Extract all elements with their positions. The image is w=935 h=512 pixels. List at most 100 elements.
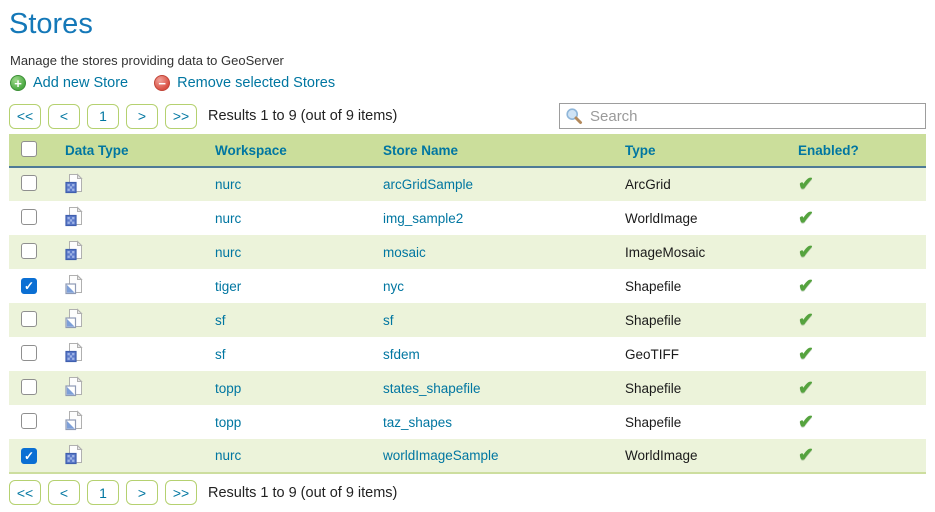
column-header-type[interactable]: Type (614, 134, 787, 167)
prev-page-button[interactable]: < (48, 480, 80, 505)
store-name-link[interactable]: mosaic (383, 245, 426, 260)
enabled-check-icon: ✔ (798, 412, 814, 433)
add-icon: + (10, 75, 26, 91)
raster-store-icon (65, 342, 84, 363)
remove-selected-stores-link[interactable]: − Remove selected Stores (154, 75, 335, 91)
bottom-pager: << < 1 > >> (9, 480, 197, 505)
workspace-link[interactable]: topp (215, 381, 241, 396)
page-subtitle: Manage the stores providing data to GeoS… (10, 53, 926, 68)
stores-table: Data Type Workspace Store Name Type Enab… (9, 134, 926, 474)
raster-store-icon (65, 206, 84, 227)
workspace-link[interactable]: sf (215, 347, 226, 362)
store-type: ImageMosaic (614, 235, 787, 269)
search-input[interactable] (559, 103, 926, 129)
row-checkbox[interactable] (21, 345, 37, 361)
row-checkbox[interactable] (21, 175, 37, 191)
store-type: WorldImage (614, 201, 787, 235)
table-row: topp states_shapefile Shapefile ✔ (9, 371, 926, 405)
row-checkbox[interactable]: ✓ (21, 448, 37, 464)
first-page-button[interactable]: << (9, 104, 41, 129)
stores-page: Stores Manage the stores providing data … (0, 0, 935, 505)
row-checkbox[interactable] (21, 209, 37, 225)
enabled-check-icon: ✔ (798, 276, 814, 297)
remove-icon: − (154, 75, 170, 91)
workspace-link[interactable]: topp (215, 415, 241, 430)
last-page-button[interactable]: >> (165, 480, 197, 505)
store-name-link[interactable]: taz_shapes (383, 415, 452, 430)
workspace-link[interactable]: nurc (215, 177, 241, 192)
top-pager-row: << < 1 > >> Results 1 to 9 (out of 9 ite… (9, 103, 926, 129)
vector-store-icon (65, 274, 84, 295)
table-row: ✓ tiger nyc Shapefile ✔ (9, 269, 926, 303)
raster-store-icon (65, 240, 84, 261)
store-type: Shapefile (614, 303, 787, 337)
enabled-check-icon: ✔ (798, 378, 814, 399)
table-row: sf sfdem GeoTIFF ✔ (9, 337, 926, 371)
enabled-check-icon: ✔ (798, 445, 814, 466)
store-name-link[interactable]: sfdem (383, 347, 420, 362)
stores-table-body: nurc arcGridSample ArcGrid ✔ nurc i (9, 167, 926, 473)
store-name-link[interactable]: arcGridSample (383, 177, 473, 192)
results-summary: Results 1 to 9 (out of 9 items) (208, 108, 397, 124)
table-row: nurc mosaic ImageMosaic ✔ (9, 235, 926, 269)
page-number-button[interactable]: 1 (87, 104, 119, 129)
remove-selected-stores-label: Remove selected Stores (177, 75, 335, 91)
search-icon (565, 107, 583, 125)
select-all-checkbox[interactable] (21, 141, 37, 157)
enabled-check-icon: ✔ (798, 310, 814, 331)
page-number-button[interactable]: 1 (87, 480, 119, 505)
store-name-link[interactable]: worldImageSample (383, 448, 499, 463)
add-new-store-label: Add new Store (33, 75, 128, 91)
first-page-button[interactable]: << (9, 480, 41, 505)
store-type: ArcGrid (614, 167, 787, 201)
workspace-link[interactable]: sf (215, 313, 226, 328)
search-box (559, 103, 926, 129)
results-summary: Results 1 to 9 (out of 9 items) (208, 485, 397, 501)
next-page-button[interactable]: > (126, 104, 158, 129)
store-type: Shapefile (614, 405, 787, 439)
store-type: Shapefile (614, 371, 787, 405)
table-row: nurc img_sample2 WorldImage ✔ (9, 201, 926, 235)
store-type: Shapefile (614, 269, 787, 303)
table-row: ✓ nurc worldImageSample WorldImage ✔ (9, 439, 926, 473)
enabled-check-icon: ✔ (798, 242, 814, 263)
page-title: Stores (9, 8, 926, 41)
store-name-link[interactable]: sf (383, 313, 394, 328)
workspace-link[interactable]: nurc (215, 448, 241, 463)
column-header-workspace[interactable]: Workspace (204, 134, 372, 167)
vector-store-icon (65, 410, 84, 431)
table-row: sf sf Shapefile ✔ (9, 303, 926, 337)
row-checkbox[interactable] (21, 311, 37, 327)
store-name-link[interactable]: states_shapefile (383, 381, 481, 396)
top-pager: << < 1 > >> (9, 104, 197, 129)
vector-store-icon (65, 308, 84, 329)
next-page-button[interactable]: > (126, 480, 158, 505)
raster-store-icon (65, 173, 84, 194)
action-links: + Add new Store − Remove selected Stores (10, 75, 926, 91)
add-new-store-link[interactable]: + Add new Store (10, 75, 128, 91)
table-row: topp taz_shapes Shapefile ✔ (9, 405, 926, 439)
workspace-link[interactable]: tiger (215, 279, 241, 294)
prev-page-button[interactable]: < (48, 104, 80, 129)
table-header-row: Data Type Workspace Store Name Type Enab… (9, 134, 926, 167)
column-header-enabled[interactable]: Enabled? (787, 134, 926, 167)
workspace-link[interactable]: nurc (215, 211, 241, 226)
enabled-check-icon: ✔ (798, 344, 814, 365)
bottom-pager-row: << < 1 > >> Results 1 to 9 (out of 9 ite… (9, 480, 926, 505)
store-type: WorldImage (614, 439, 787, 473)
store-type: GeoTIFF (614, 337, 787, 371)
row-checkbox[interactable] (21, 413, 37, 429)
table-row: nurc arcGridSample ArcGrid ✔ (9, 167, 926, 201)
row-checkbox[interactable] (21, 379, 37, 395)
column-header-store-name[interactable]: Store Name (372, 134, 614, 167)
last-page-button[interactable]: >> (165, 104, 197, 129)
row-checkbox[interactable]: ✓ (21, 278, 37, 294)
raster-store-icon (65, 444, 84, 465)
enabled-check-icon: ✔ (798, 208, 814, 229)
workspace-link[interactable]: nurc (215, 245, 241, 260)
store-name-link[interactable]: nyc (383, 279, 404, 294)
vector-store-icon (65, 376, 84, 397)
column-header-data-type[interactable]: Data Type (54, 134, 204, 167)
row-checkbox[interactable] (21, 243, 37, 259)
store-name-link[interactable]: img_sample2 (383, 211, 463, 226)
